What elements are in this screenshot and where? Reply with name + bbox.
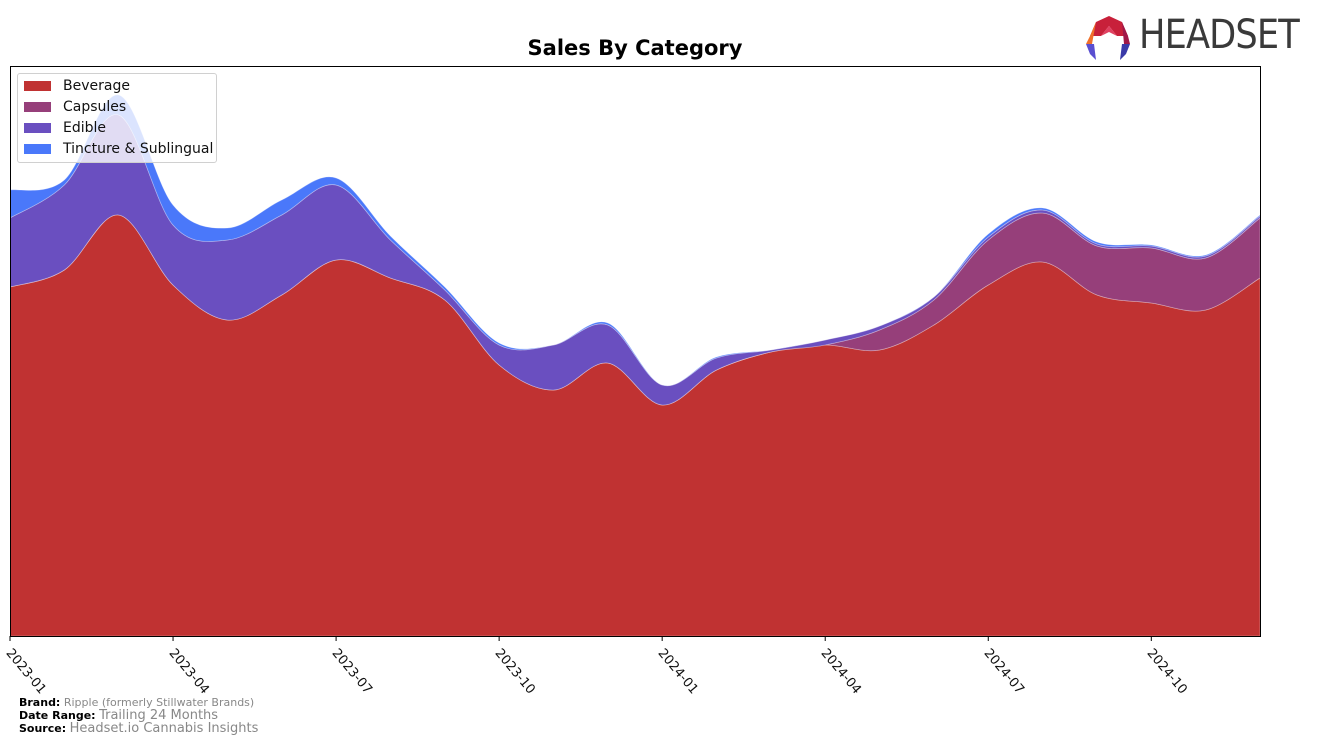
- legend-swatch-capsules: [24, 102, 51, 112]
- legend-label-edible: Edible: [63, 120, 107, 136]
- legend-label-tincture: Tincture & Sublingual: [63, 141, 214, 157]
- area-layers: [9, 94, 1261, 637]
- legend-swatch-beverage: [24, 81, 51, 91]
- legend-label-capsules: Capsules: [63, 99, 127, 115]
- footer-source-label: Source:: [19, 722, 67, 735]
- footer-source-value: Headset.io Cannabis Insights: [69, 721, 259, 736]
- legend-swatch-edible: [24, 123, 51, 133]
- legend-item-edible: Edible: [24, 118, 106, 138]
- legend-swatch-tincture: [24, 144, 51, 154]
- legend: Beverage Capsules Edible Tincture & Subl…: [17, 73, 217, 163]
- legend-label-beverage: Beverage: [63, 78, 130, 94]
- legend-item-beverage: Beverage: [24, 76, 130, 96]
- legend-item-tincture: Tincture & Sublingual: [24, 139, 213, 159]
- footer-source: Source: Headset.io Cannabis Insights: [19, 721, 258, 736]
- legend-item-capsules: Capsules: [24, 97, 126, 117]
